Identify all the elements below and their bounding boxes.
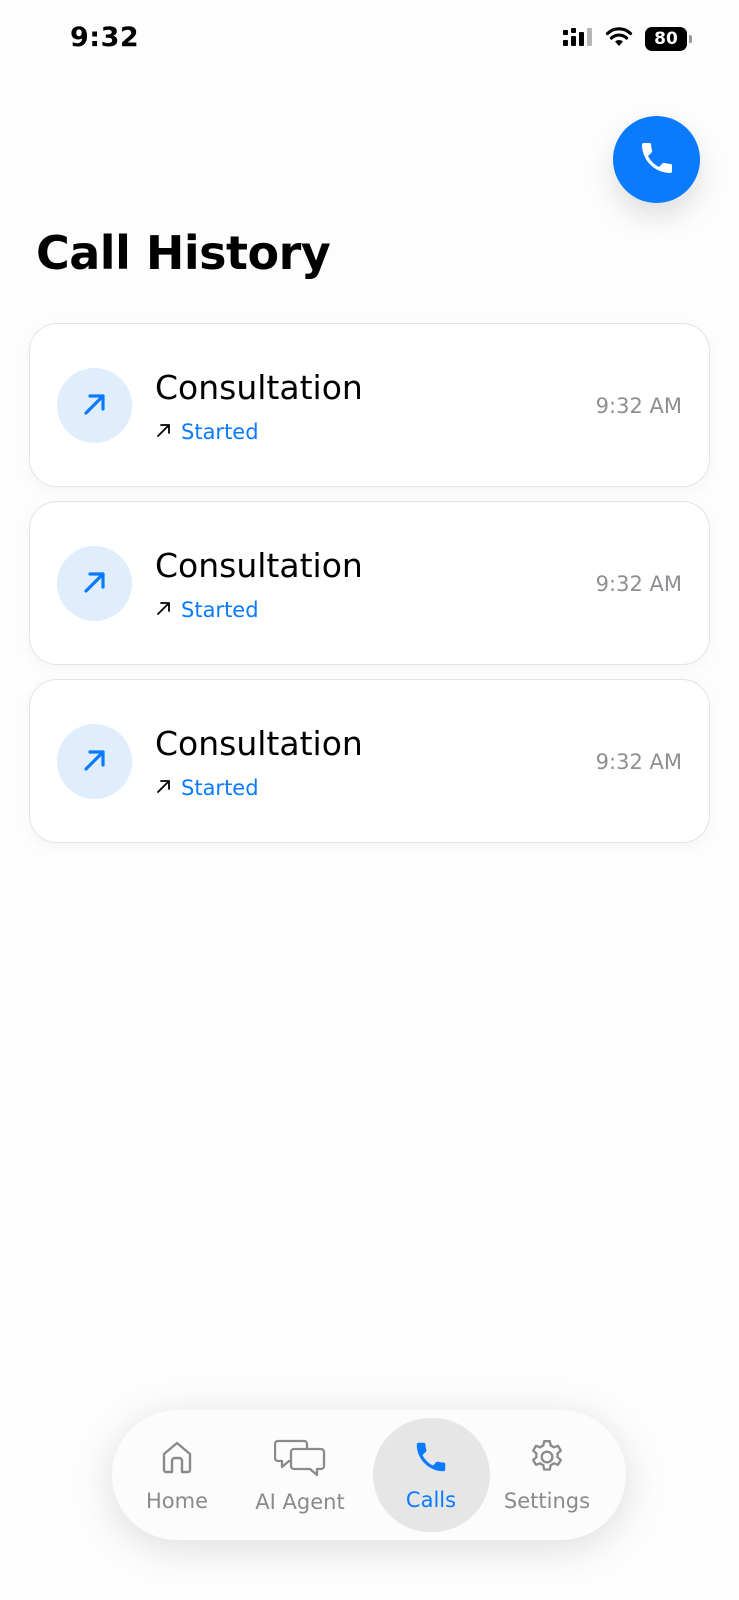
bottom-tab-bar: Home AI Agent Calls Settings bbox=[112, 1410, 626, 1540]
signal-icon bbox=[563, 27, 593, 51]
call-direction-avatar bbox=[57, 546, 132, 621]
outgoing-arrow-small-icon bbox=[155, 421, 173, 443]
chat-bubbles-icon bbox=[273, 1436, 326, 1482]
call-status: Started bbox=[155, 776, 259, 800]
call-status: Started bbox=[155, 420, 259, 444]
tab-label: Calls bbox=[405, 1488, 457, 1512]
call-direction-avatar bbox=[57, 368, 132, 443]
call-status-label: Started bbox=[181, 598, 259, 622]
call-status: Started bbox=[155, 598, 259, 622]
new-call-button[interactable] bbox=[613, 116, 700, 203]
call-status-label: Started bbox=[181, 420, 259, 444]
outgoing-arrow-icon bbox=[80, 745, 110, 779]
battery-icon: 80 bbox=[645, 26, 692, 51]
tab-calls[interactable]: Calls bbox=[371, 1410, 491, 1540]
outgoing-arrow-small-icon bbox=[155, 777, 173, 799]
status-icons: 80 bbox=[563, 26, 692, 51]
call-title: Consultation bbox=[155, 368, 363, 407]
gear-icon bbox=[527, 1437, 567, 1481]
outgoing-arrow-icon bbox=[80, 389, 110, 423]
page-title: Call History bbox=[36, 226, 331, 280]
call-direction-avatar bbox=[57, 724, 132, 799]
call-status-label: Started bbox=[181, 776, 259, 800]
tab-home[interactable]: Home bbox=[117, 1410, 237, 1540]
tab-ai-agent[interactable]: AI Agent bbox=[240, 1410, 360, 1540]
call-time: 9:32 AM bbox=[595, 394, 682, 418]
call-history-item[interactable]: Consultation Started 9:32 AM bbox=[29, 501, 710, 665]
tab-label: AI Agent bbox=[255, 1490, 345, 1514]
outgoing-arrow-icon bbox=[80, 567, 110, 601]
call-title: Consultation bbox=[155, 546, 363, 585]
battery-level: 80 bbox=[654, 28, 678, 49]
tab-label: Settings bbox=[503, 1489, 591, 1513]
tab-label: Home bbox=[145, 1489, 208, 1513]
wifi-icon bbox=[605, 26, 633, 51]
call-history-list: Consultation Started 9:32 AM Consultatio… bbox=[29, 323, 710, 857]
tab-settings[interactable]: Settings bbox=[487, 1410, 607, 1540]
call-title: Consultation bbox=[155, 724, 363, 763]
status-bar: 9:32 80 bbox=[0, 0, 739, 80]
phone-icon bbox=[637, 138, 677, 182]
phone-icon bbox=[412, 1438, 450, 1480]
call-time: 9:32 AM bbox=[595, 750, 682, 774]
home-icon bbox=[157, 1437, 197, 1481]
status-time: 9:32 bbox=[70, 22, 140, 53]
call-history-item[interactable]: Consultation Started 9:32 AM bbox=[29, 323, 710, 487]
call-history-item[interactable]: Consultation Started 9:32 AM bbox=[29, 679, 710, 843]
outgoing-arrow-small-icon bbox=[155, 599, 173, 621]
call-time: 9:32 AM bbox=[595, 572, 682, 596]
